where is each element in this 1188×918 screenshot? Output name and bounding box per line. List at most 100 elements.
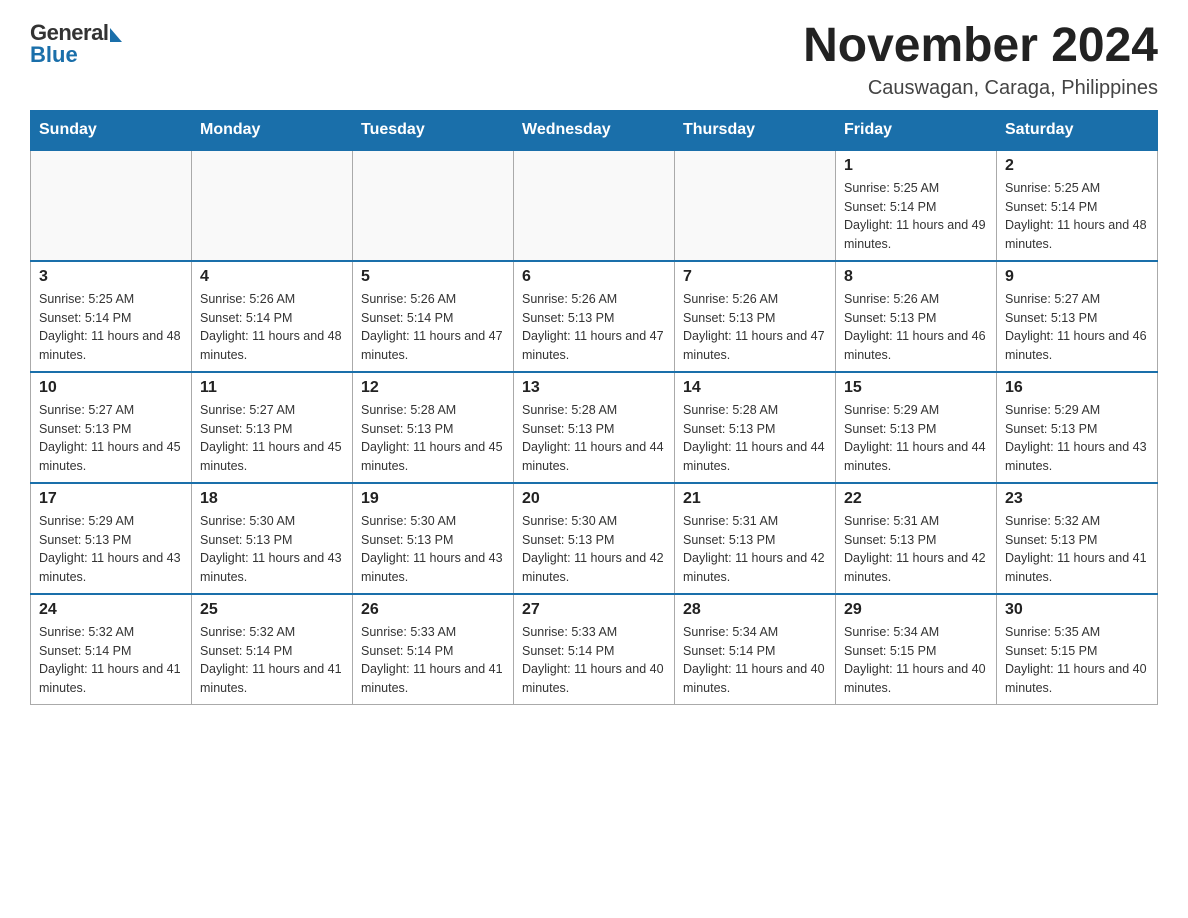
sun-info: Sunrise: 5:32 AMSunset: 5:14 PMDaylight:…	[39, 623, 183, 698]
sun-info: Sunrise: 5:26 AMSunset: 5:13 PMDaylight:…	[683, 290, 827, 365]
calendar-week-row: 1 Sunrise: 5:25 AMSunset: 5:14 PMDaylight…	[31, 150, 1158, 261]
calendar-cell: 28 Sunrise: 5:34 AMSunset: 5:14 PMDayligh…	[675, 594, 836, 705]
sun-info: Sunrise: 5:30 AMSunset: 5:13 PMDaylight:…	[522, 512, 666, 587]
day-number: 25	[200, 601, 344, 619]
calendar-cell: 24 Sunrise: 5:32 AMSunset: 5:14 PMDayligh…	[31, 594, 192, 705]
calendar-week-row: 3 Sunrise: 5:25 AMSunset: 5:14 PMDaylight…	[31, 261, 1158, 372]
day-number: 15	[844, 379, 988, 397]
calendar-cell: 9 Sunrise: 5:27 AMSunset: 5:13 PMDaylight…	[997, 261, 1158, 372]
day-number: 13	[522, 379, 666, 397]
sun-info: Sunrise: 5:29 AMSunset: 5:13 PMDaylight:…	[1005, 401, 1149, 476]
sun-info: Sunrise: 5:28 AMSunset: 5:13 PMDaylight:…	[361, 401, 505, 476]
calendar-cell: 15 Sunrise: 5:29 AMSunset: 5:13 PMDayligh…	[836, 372, 997, 483]
day-number: 4	[200, 268, 344, 286]
day-number: 20	[522, 490, 666, 508]
day-number: 12	[361, 379, 505, 397]
sun-info: Sunrise: 5:26 AMSunset: 5:13 PMDaylight:…	[844, 290, 988, 365]
day-number: 7	[683, 268, 827, 286]
calendar-cell: 26 Sunrise: 5:33 AMSunset: 5:14 PMDayligh…	[353, 594, 514, 705]
calendar-cell: 8 Sunrise: 5:26 AMSunset: 5:13 PMDaylight…	[836, 261, 997, 372]
sun-info: Sunrise: 5:25 AMSunset: 5:14 PMDaylight:…	[844, 179, 988, 254]
calendar-cell: 21 Sunrise: 5:31 AMSunset: 5:13 PMDayligh…	[675, 483, 836, 594]
sun-info: Sunrise: 5:25 AMSunset: 5:14 PMDaylight:…	[1005, 179, 1149, 254]
day-number: 27	[522, 601, 666, 619]
calendar-cell: 2 Sunrise: 5:25 AMSunset: 5:14 PMDaylight…	[997, 150, 1158, 261]
logo-blue-text: Blue	[30, 42, 78, 68]
calendar-cell: 5 Sunrise: 5:26 AMSunset: 5:14 PMDaylight…	[353, 261, 514, 372]
day-number: 21	[683, 490, 827, 508]
calendar-cell: 7 Sunrise: 5:26 AMSunset: 5:13 PMDaylight…	[675, 261, 836, 372]
sun-info: Sunrise: 5:34 AMSunset: 5:14 PMDaylight:…	[683, 623, 827, 698]
calendar-cell: 1 Sunrise: 5:25 AMSunset: 5:14 PMDaylight…	[836, 150, 997, 261]
day-number: 10	[39, 379, 183, 397]
day-number: 3	[39, 268, 183, 286]
day-number: 19	[361, 490, 505, 508]
calendar-header-row: SundayMondayTuesdayWednesdayThursdayFrid…	[31, 110, 1158, 150]
day-number: 6	[522, 268, 666, 286]
sun-info: Sunrise: 5:29 AMSunset: 5:13 PMDaylight:…	[844, 401, 988, 476]
day-number: 22	[844, 490, 988, 508]
calendar-header-wednesday: Wednesday	[514, 110, 675, 150]
sun-info: Sunrise: 5:28 AMSunset: 5:13 PMDaylight:…	[683, 401, 827, 476]
calendar-header-friday: Friday	[836, 110, 997, 150]
sun-info: Sunrise: 5:35 AMSunset: 5:15 PMDaylight:…	[1005, 623, 1149, 698]
calendar-header-saturday: Saturday	[997, 110, 1158, 150]
calendar-header-thursday: Thursday	[675, 110, 836, 150]
calendar-cell: 19Sunrise: 5:30 AMSunset: 5:13 PMDayligh…	[353, 483, 514, 594]
sun-info: Sunrise: 5:28 AMSunset: 5:13 PMDaylight:…	[522, 401, 666, 476]
sun-info: Sunrise: 5:30 AMSunset: 5:13 PMDaylight:…	[200, 512, 344, 587]
day-number: 28	[683, 601, 827, 619]
sun-info: Sunrise: 5:32 AMSunset: 5:13 PMDaylight:…	[1005, 512, 1149, 587]
title-block: November 2024 Causwagan, Caraga, Philipp…	[803, 20, 1158, 100]
sun-info: Sunrise: 5:33 AMSunset: 5:14 PMDaylight:…	[361, 623, 505, 698]
location-subtitle: Causwagan, Caraga, Philippines	[803, 77, 1158, 100]
calendar-header-monday: Monday	[192, 110, 353, 150]
sun-info: Sunrise: 5:26 AMSunset: 5:14 PMDaylight:…	[200, 290, 344, 365]
sun-info: Sunrise: 5:29 AMSunset: 5:13 PMDaylight:…	[39, 512, 183, 587]
calendar-cell: 22Sunrise: 5:31 AMSunset: 5:13 PMDayligh…	[836, 483, 997, 594]
calendar-cell: 25 Sunrise: 5:32 AMSunset: 5:14 PMDayligh…	[192, 594, 353, 705]
logo: General Blue	[30, 20, 122, 68]
day-number: 23	[1005, 490, 1149, 508]
day-number: 5	[361, 268, 505, 286]
calendar-cell	[675, 150, 836, 261]
day-number: 2	[1005, 157, 1149, 175]
logo-triangle-icon	[110, 28, 122, 42]
calendar-cell	[192, 150, 353, 261]
calendar-cell: 10Sunrise: 5:27 AMSunset: 5:13 PMDayligh…	[31, 372, 192, 483]
sun-info: Sunrise: 5:31 AMSunset: 5:13 PMDaylight:…	[683, 512, 827, 587]
calendar-cell: 4 Sunrise: 5:26 AMSunset: 5:14 PMDaylight…	[192, 261, 353, 372]
sun-info: Sunrise: 5:25 AMSunset: 5:14 PMDaylight:…	[39, 290, 183, 365]
sun-info: Sunrise: 5:26 AMSunset: 5:14 PMDaylight:…	[361, 290, 505, 365]
day-number: 9	[1005, 268, 1149, 286]
sun-info: Sunrise: 5:27 AMSunset: 5:13 PMDaylight:…	[1005, 290, 1149, 365]
calendar-cell: 18 Sunrise: 5:30 AMSunset: 5:13 PMDayligh…	[192, 483, 353, 594]
calendar-cell: 29Sunrise: 5:34 AMSunset: 5:15 PMDayligh…	[836, 594, 997, 705]
calendar-week-row: 10 Sunrise: 5:27 AMSunset: 5:13 PMDayligh…	[31, 372, 1158, 483]
sun-info: Sunrise: 5:32 AMSunset: 5:14 PMDaylight:…	[200, 623, 344, 698]
calendar-cell: 12 Sunrise: 5:28 AMSunset: 5:13 PMDayligh…	[353, 372, 514, 483]
calendar-header-sunday: Sunday	[31, 110, 192, 150]
day-number: 16	[1005, 379, 1149, 397]
calendar-cell: 14Sunrise: 5:28 AMSunset: 5:13 PMDayligh…	[675, 372, 836, 483]
calendar-cell: 17Sunrise: 5:29 AMSunset: 5:13 PMDayligh…	[31, 483, 192, 594]
sun-info: Sunrise: 5:34 AMSunset: 5:15 PMDaylight:…	[844, 623, 988, 698]
calendar-cell: 30 Sunrise: 5:35 AMSunset: 5:15 PMDayligh…	[997, 594, 1158, 705]
calendar-week-row: 24 Sunrise: 5:32 AMSunset: 5:14 PMDayligh…	[31, 594, 1158, 705]
day-number: 24	[39, 601, 183, 619]
calendar-cell	[353, 150, 514, 261]
calendar-week-row: 17Sunrise: 5:29 AMSunset: 5:13 PMDayligh…	[31, 483, 1158, 594]
day-number: 18	[200, 490, 344, 508]
calendar-cell: 3 Sunrise: 5:25 AMSunset: 5:14 PMDaylight…	[31, 261, 192, 372]
sun-info: Sunrise: 5:27 AMSunset: 5:13 PMDaylight:…	[200, 401, 344, 476]
page-header: General Blue November 2024 Causwagan, Ca…	[30, 20, 1158, 100]
calendar-header-tuesday: Tuesday	[353, 110, 514, 150]
day-number: 8	[844, 268, 988, 286]
calendar-cell: 13 Sunrise: 5:28 AMSunset: 5:13 PMDayligh…	[514, 372, 675, 483]
calendar-cell: 11Sunrise: 5:27 AMSunset: 5:13 PMDayligh…	[192, 372, 353, 483]
day-number: 26	[361, 601, 505, 619]
day-number: 1	[844, 157, 988, 175]
day-number: 30	[1005, 601, 1149, 619]
calendar-cell: 20 Sunrise: 5:30 AMSunset: 5:13 PMDayligh…	[514, 483, 675, 594]
sun-info: Sunrise: 5:26 AMSunset: 5:13 PMDaylight:…	[522, 290, 666, 365]
